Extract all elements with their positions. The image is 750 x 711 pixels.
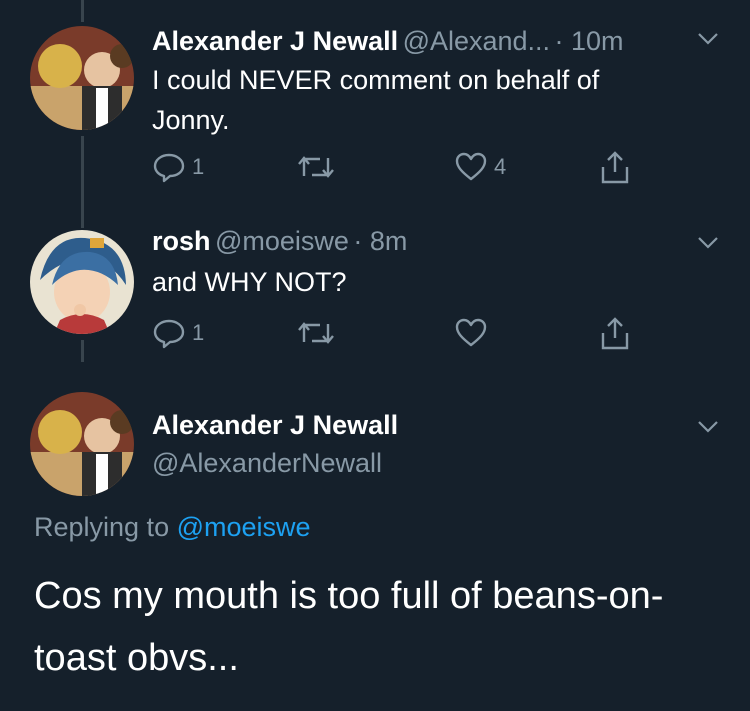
user-name[interactable]: Alexander J Newall bbox=[152, 26, 398, 56]
chevron-down-icon[interactable] bbox=[697, 32, 719, 46]
timestamp[interactable]: · 8m bbox=[353, 226, 407, 256]
share-button[interactable] bbox=[598, 316, 632, 352]
tweet-text: and WHY NOT? bbox=[152, 267, 347, 297]
user-name[interactable]: Alexander J Newall bbox=[152, 410, 398, 441]
tweet-actions: 1 bbox=[152, 316, 652, 356]
share-button[interactable] bbox=[598, 150, 632, 186]
reply-icon bbox=[153, 319, 185, 349]
thread-line-top bbox=[81, 0, 84, 22]
retweet-button[interactable] bbox=[296, 316, 342, 350]
timestamp[interactable]: · 10m bbox=[555, 26, 624, 56]
thread-line-2 bbox=[81, 340, 84, 362]
user-name[interactable]: rosh bbox=[152, 226, 211, 256]
tweet-text: I could NEVER comment on behalf of Jonny… bbox=[152, 65, 600, 135]
retweet-button[interactable] bbox=[296, 150, 342, 184]
tweet-header: Alexander J Newall @Alexand... · 10m bbox=[152, 26, 624, 57]
mention-link[interactable]: @moeiswe bbox=[177, 512, 311, 542]
avatar[interactable] bbox=[30, 26, 134, 130]
like-button[interactable] bbox=[454, 316, 494, 350]
share-icon bbox=[601, 317, 629, 350]
replying-to: Replying to @moeiswe bbox=[34, 512, 311, 542]
reply-icon bbox=[153, 153, 185, 183]
reply-button[interactable]: 1 bbox=[152, 316, 204, 350]
like-button[interactable]: 4 bbox=[454, 150, 506, 184]
chevron-down-icon[interactable] bbox=[697, 420, 719, 434]
retweet-icon bbox=[298, 156, 334, 178]
tweet-text: Cos my mouth is too full of beans-on-toa… bbox=[34, 575, 664, 679]
like-icon bbox=[455, 152, 487, 181]
avatar[interactable] bbox=[30, 230, 134, 334]
thread-line-1 bbox=[81, 136, 84, 228]
chevron-down-icon[interactable] bbox=[697, 236, 719, 250]
retweet-icon bbox=[298, 322, 334, 344]
like-icon bbox=[455, 318, 487, 347]
share-icon bbox=[601, 151, 629, 184]
tweet-header: rosh @moeiswe · 8m bbox=[152, 226, 407, 257]
user-handle[interactable]: @AlexanderNewall bbox=[152, 448, 382, 479]
reply-button[interactable]: 1 bbox=[152, 150, 204, 184]
avatar[interactable] bbox=[30, 392, 134, 496]
tweet-actions: 1 4 bbox=[152, 150, 652, 190]
user-handle[interactable]: @Alexand... bbox=[403, 26, 551, 56]
user-handle[interactable]: @moeiswe bbox=[215, 226, 349, 256]
